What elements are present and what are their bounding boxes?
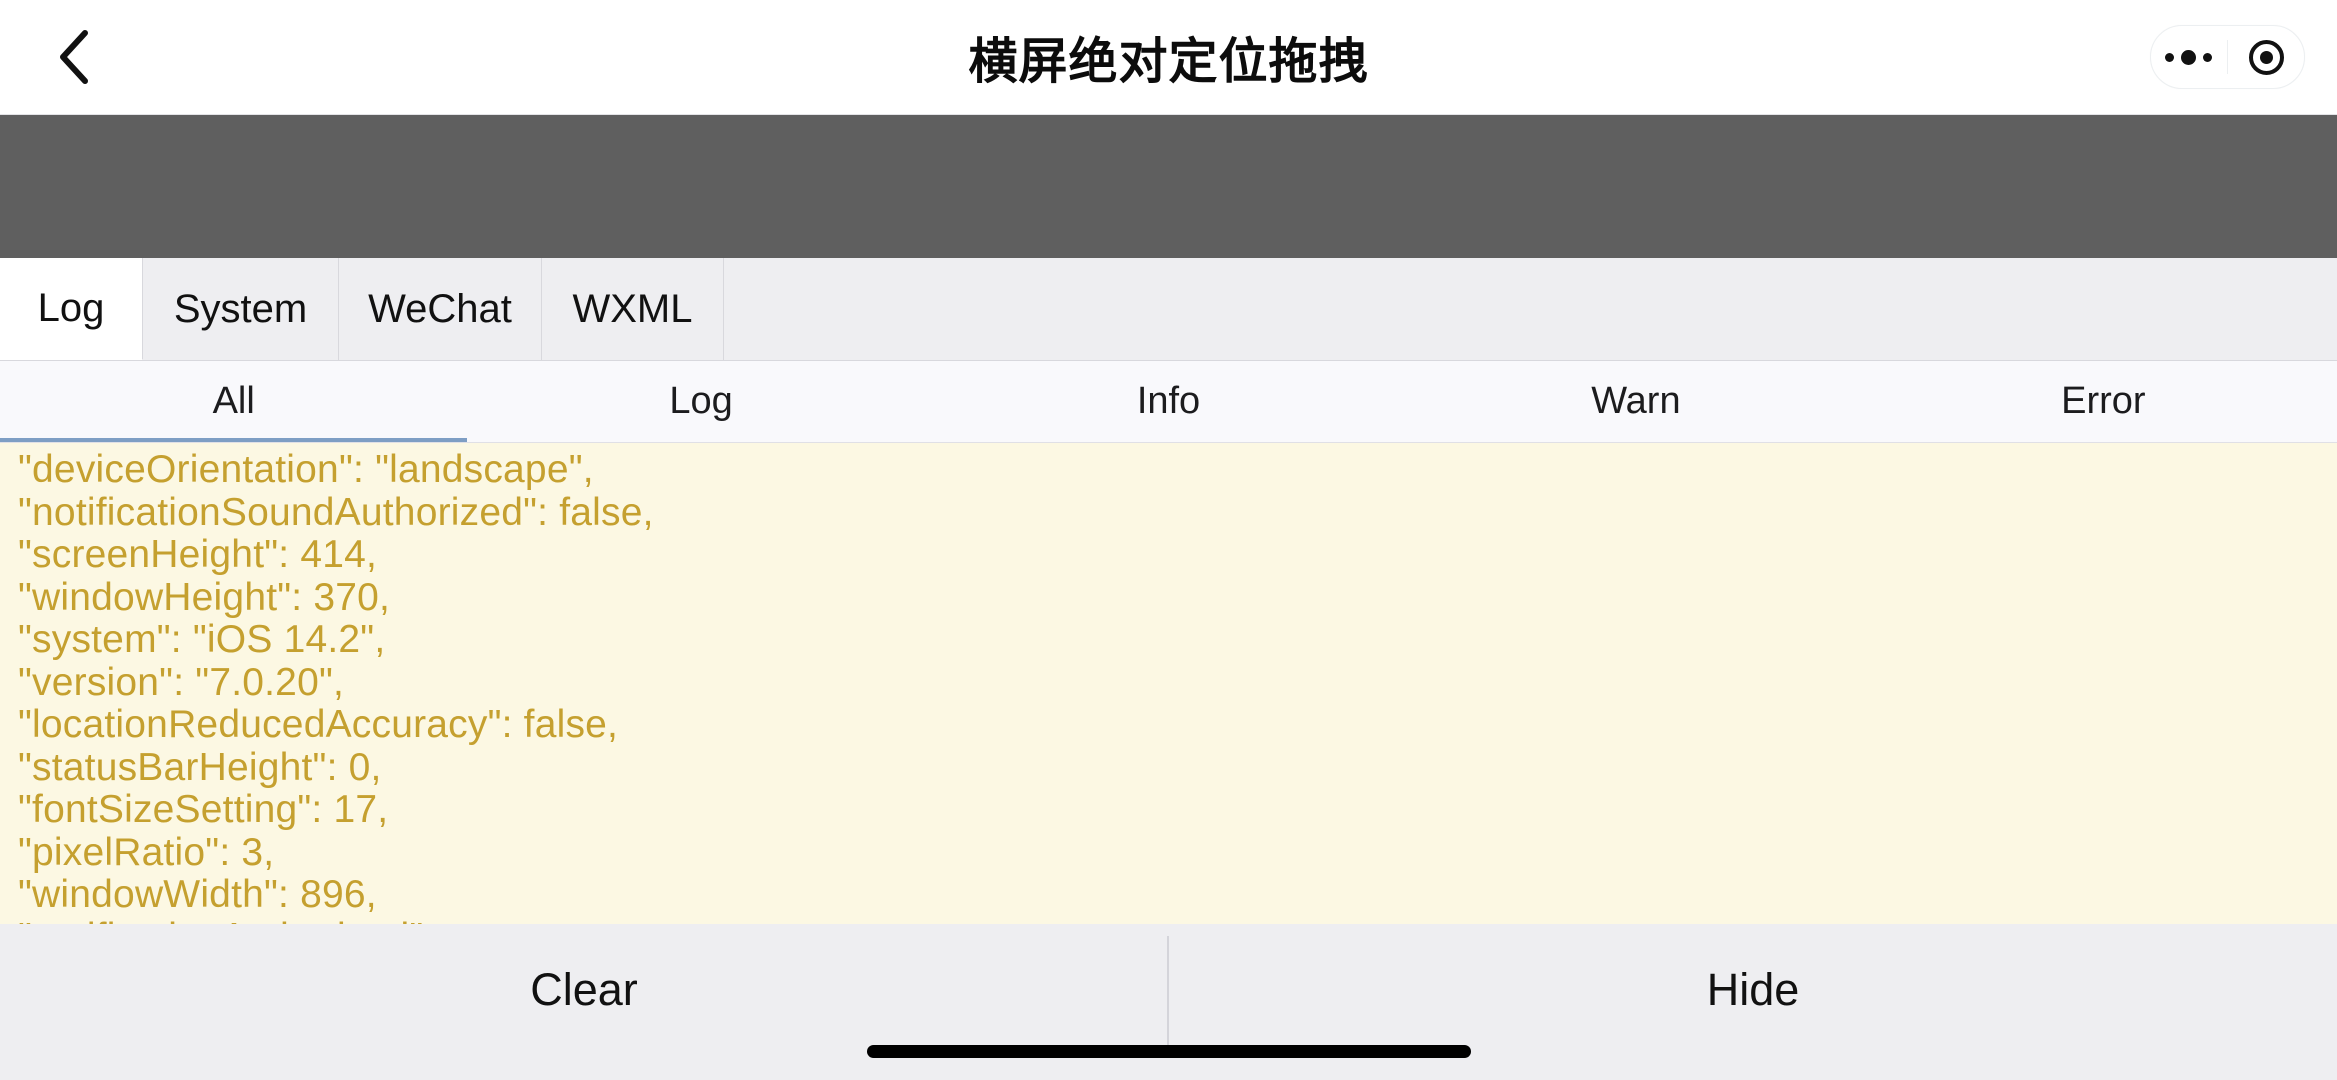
navigation-bar: 横屏绝对定位拖拽 xyxy=(0,0,2337,115)
debugger-actionbar: Clear Hide xyxy=(0,924,2337,1080)
log-line: "notificationSoundAuthorized": false, xyxy=(18,490,654,534)
log-line: "pixelRatio": 3, xyxy=(18,830,275,874)
capsule-bar xyxy=(2150,25,2305,89)
target-circle-icon xyxy=(2248,39,2284,75)
log-line: "system": "iOS 14.2", xyxy=(18,618,386,661)
tab-wxml[interactable]: WXML xyxy=(542,258,724,360)
log-line: "deviceOrientation": "landscape", xyxy=(18,448,594,491)
tab-system-label: System xyxy=(173,286,308,331)
clear-button[interactable]: Clear xyxy=(0,924,1168,1056)
tab-log-label: Log xyxy=(37,286,105,330)
debugger-tabstrip: Log System WeChat WXML xyxy=(0,258,2337,361)
log-line: "locationReducedAccuracy": false, xyxy=(18,703,619,746)
clear-button-label: Clear xyxy=(530,964,638,1015)
filter-all-label: All xyxy=(212,380,255,422)
log-line: "windowHeight": 370, xyxy=(18,575,391,619)
filter-info-label: Info xyxy=(1136,380,1201,422)
tab-system[interactable]: System xyxy=(143,258,339,360)
log-line: "fontSizeSetting": 17, xyxy=(18,788,389,831)
filter-error-label: Error xyxy=(2061,380,2146,422)
page-title: 横屏绝对定位拖拽 xyxy=(968,35,1369,89)
tab-wxml-label: WXML xyxy=(572,286,693,331)
close-miniprogram-button[interactable] xyxy=(2228,26,2304,88)
log-level-filterstrip: All Log Info Warn Error xyxy=(0,361,2337,443)
log-line: "statusBarHeight": 0, xyxy=(18,745,382,789)
more-menu-button[interactable] xyxy=(2151,26,2227,88)
filter-error[interactable]: Error xyxy=(1870,361,2337,442)
tab-wechat[interactable]: WeChat xyxy=(339,258,542,360)
log-line: "screenHeight": 414, xyxy=(18,533,378,576)
tabstrip-filler xyxy=(724,258,2337,360)
log-line: "version": "7.0.20", xyxy=(18,660,345,704)
log-line-list: "deviceOrientation": "landscape", "notifi… xyxy=(0,443,2337,959)
filter-all[interactable]: All xyxy=(0,361,468,442)
app-root: 横屏绝对定位拖拽 Log System WeChat WXML All Log … xyxy=(0,0,2337,1080)
filter-info[interactable]: Info xyxy=(935,361,1402,442)
tab-wechat-label: WeChat xyxy=(368,286,512,331)
hide-button[interactable]: Hide xyxy=(1169,924,2337,1056)
filter-log-label: Log xyxy=(669,380,733,422)
filter-warn[interactable]: Warn xyxy=(1402,361,1869,442)
miniprogram-page-area xyxy=(0,115,2337,258)
filter-warn-label: Warn xyxy=(1591,380,1681,422)
hide-button-label: Hide xyxy=(1706,964,1800,1015)
more-dots-icon xyxy=(2165,49,2213,65)
tab-log[interactable]: Log xyxy=(0,258,143,360)
filter-log[interactable]: Log xyxy=(467,361,934,442)
debugger-panel: Log System WeChat WXML All Log Info Warn… xyxy=(0,258,2337,1080)
log-line: "windowWidth": 896, xyxy=(18,873,377,916)
home-indicator xyxy=(866,1045,1471,1058)
